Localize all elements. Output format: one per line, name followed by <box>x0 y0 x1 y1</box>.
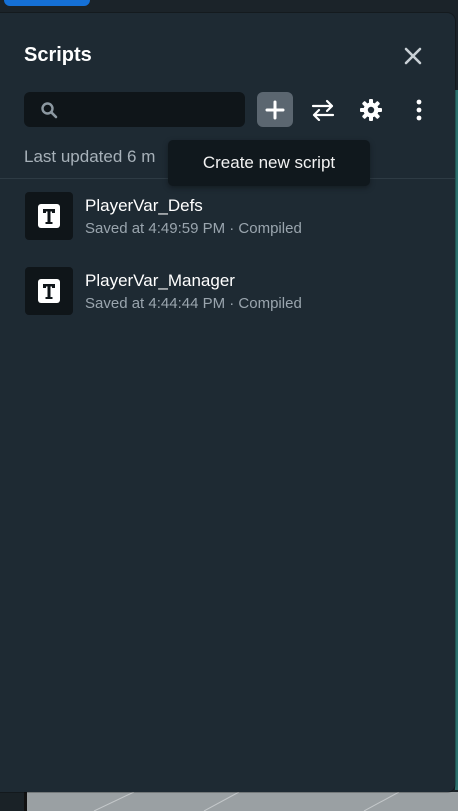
gear-icon <box>360 98 382 121</box>
text-script-icon <box>25 192 73 240</box>
kebab-menu-icon <box>416 99 422 120</box>
swap-button[interactable] <box>305 92 341 127</box>
script-list-item[interactable]: PlayerVar_Manager Saved at 4:44:44 PM · … <box>0 267 455 327</box>
close-icon <box>404 47 422 65</box>
script-name: PlayerVar_Manager <box>85 271 235 290</box>
script-meta: Saved at 4:44:44 PM · Compiled <box>85 295 302 312</box>
create-script-button[interactable] <box>257 92 293 127</box>
script-meta: Saved at 4:49:59 PM · Compiled <box>85 220 302 237</box>
create-script-tooltip: Create new script <box>168 140 370 186</box>
last-updated-text: Last updated 6 m <box>24 147 156 166</box>
plus-icon <box>265 100 285 119</box>
scripts-panel: Scripts <box>0 13 455 792</box>
more-options-button[interactable] <box>403 92 435 127</box>
panel-title: Scripts <box>24 44 92 66</box>
search-input[interactable] <box>68 92 242 129</box>
top-accent-bar <box>4 0 90 6</box>
floor-edge <box>24 792 27 811</box>
script-name: PlayerVar_Defs <box>85 196 203 215</box>
scene-floor <box>24 792 458 811</box>
text-script-icon <box>25 267 73 315</box>
search-icon <box>41 102 58 119</box>
close-button[interactable] <box>401 44 425 68</box>
script-list-item[interactable]: PlayerVar_Defs Saved at 4:49:59 PM · Com… <box>0 192 455 252</box>
settings-button[interactable] <box>353 92 389 127</box>
search-box[interactable] <box>24 92 245 129</box>
swap-arrows-icon <box>311 99 335 121</box>
